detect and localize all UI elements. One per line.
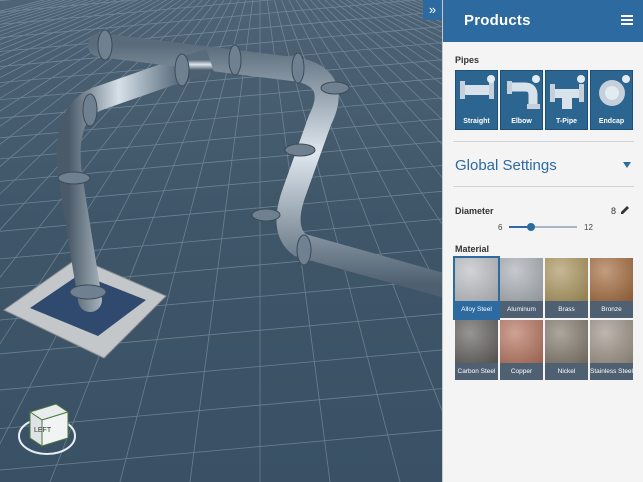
collapse-panel-button[interactable]: » [423,0,442,20]
material-tile-alloy-steel[interactable]: Alloy Steel [453,256,500,320]
material-swatch [455,258,498,301]
material-tile-carbon-steel[interactable]: Carbon Steel [455,320,498,380]
t-pipe-icon [550,75,585,109]
caret-down-icon[interactable] [623,162,631,168]
material-swatch [500,258,543,301]
material-swatch [590,258,633,301]
material-label: Nickel [545,363,588,380]
pipe-tile-t-pipe[interactable]: T-Pipe [545,70,588,130]
3d-viewport[interactable]: LEFT » [0,0,442,482]
elbow-pipe-icon [507,75,540,109]
nav-cube-face-label: LEFT [34,427,52,434]
material-list: Alloy Steel Aluminum Brass Bronze Carbon Ste… [453,256,633,380]
app-window: LEFT » Products Pipes Straight Elbow T-P… [0,0,643,482]
nav-cube[interactable]: LEFT [18,403,76,455]
pipe-tile-endcap[interactable]: Endcap [590,70,633,130]
material-section-label: Material [455,244,490,254]
material-label: Stainless Steel [590,363,633,380]
material-label: Carbon Steel [455,363,498,380]
material-label: Alloy Steel [455,301,498,318]
material-label: Aluminum [500,301,543,318]
material-swatch [500,320,543,363]
products-panel: Products Pipes Straight Elbow T-Pipe End… [442,0,643,482]
pipe-type-list: Straight Elbow T-Pipe Endcap [455,70,633,130]
material-swatch [590,320,633,363]
hamburger-menu-icon[interactable] [621,15,633,25]
diameter-slider-thumb[interactable] [527,223,536,231]
material-swatch [455,320,498,363]
material-swatch [545,258,588,301]
material-tile-aluminum[interactable]: Aluminum [500,258,543,318]
diameter-value: 8 [611,206,617,216]
material-tile-stainless-steel[interactable]: Stainless Steel [590,320,633,380]
endcap-pipe-icon [599,75,630,106]
divider [453,141,634,142]
panel-title: Products [464,12,531,29]
pipe-tile-elbow[interactable]: Elbow [500,70,543,130]
pipe-tile-label: Straight [463,118,490,125]
pipe-tile-label: T-Pipe [555,118,577,125]
pipe-tile-label: Endcap [598,118,625,125]
diameter-min-label: 6 [498,223,503,232]
pipe-tile-straight[interactable]: Straight [455,70,498,130]
grid-scene: LEFT [0,0,442,482]
material-tile-copper[interactable]: Copper [500,320,543,380]
divider [453,186,634,187]
material-tile-brass[interactable]: Brass [545,258,588,318]
material-tile-nickel[interactable]: Nickel [545,320,588,380]
diameter-slider[interactable] [509,223,577,231]
material-label: Brass [545,301,588,318]
material-swatch [545,320,588,363]
material-label: Copper [500,363,543,380]
straight-pipe-icon [460,75,495,99]
pipe-assembly[interactable] [56,29,442,312]
material-label: Bronze [590,301,633,318]
diameter-max-label: 12 [584,223,593,232]
pipes-section-label: Pipes [455,55,480,65]
material-tile-bronze[interactable]: Bronze [590,258,633,318]
pencil-icon[interactable] [620,205,630,215]
diameter-label: Diameter [455,206,494,216]
panel-header: Products [443,0,643,42]
pipe-tile-label: Elbow [511,118,532,125]
global-settings-header[interactable]: Global Settings [455,157,557,174]
